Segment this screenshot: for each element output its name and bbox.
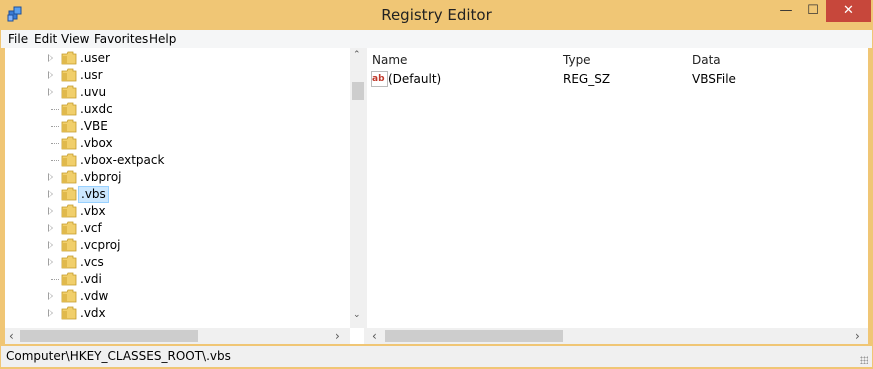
- tree-item[interactable]: .vcproj: [5, 237, 350, 254]
- tree-item[interactable]: .vdw: [5, 288, 350, 305]
- folder-icon: [61, 68, 77, 82]
- values-horizontal-scroll-thumb[interactable]: [385, 330, 563, 342]
- tree-vertical-scrollbar[interactable]: ⌃ ⌄: [350, 48, 365, 328]
- window-title: Registry Editor: [381, 6, 492, 24]
- tree-item-label[interactable]: .uxdc: [78, 102, 115, 117]
- tree-horizontal-scroll-thumb[interactable]: [20, 330, 198, 342]
- expand-arrow-inner: [49, 242, 52, 248]
- scroll-left-icon[interactable]: ‹: [9, 329, 14, 343]
- tree-connector-line: [51, 279, 59, 280]
- tree-item[interactable]: .user: [5, 50, 350, 67]
- tree-item[interactable]: .vbs: [5, 186, 350, 203]
- tree-item-label[interactable]: .vcproj: [78, 238, 122, 253]
- tree-item[interactable]: .vbproj: [5, 169, 350, 186]
- registry-editor-window: Registry Editor — ☐ ✕ File Edit View Fav…: [0, 0, 873, 369]
- tree-item[interactable]: .VBE: [5, 118, 350, 135]
- menu-view[interactable]: View: [61, 32, 89, 46]
- folder-icon: [61, 306, 77, 320]
- tree-item[interactable]: .vbox-extpack: [5, 152, 350, 169]
- folder-icon: [61, 238, 77, 252]
- tree-item-label[interactable]: .vbx: [78, 204, 108, 219]
- expand-arrow-inner: [49, 191, 52, 197]
- folder-icon: [61, 272, 77, 286]
- tree-item[interactable]: .vbx: [5, 203, 350, 220]
- title-bar[interactable]: Registry Editor — ☐ ✕: [0, 0, 873, 30]
- tree-item[interactable]: .vcs: [5, 254, 350, 271]
- folder-icon: [61, 187, 77, 201]
- expand-arrow-inner: [49, 89, 52, 95]
- folder-icon: [61, 289, 77, 303]
- tree-item[interactable]: .uxdc: [5, 101, 350, 118]
- value-type: REG_SZ: [563, 72, 611, 86]
- tree-connector-line: [51, 143, 59, 144]
- expand-arrow-inner: [49, 174, 52, 180]
- resize-grip-icon[interactable]: [860, 356, 868, 364]
- expand-arrow-inner: [49, 225, 52, 231]
- menu-help[interactable]: Help: [149, 32, 176, 46]
- tree-horizontal-scrollbar[interactable]: ‹ ›: [5, 328, 350, 344]
- folder-icon: [61, 255, 77, 269]
- tree-item-label[interactable]: .uvu: [78, 85, 108, 100]
- tree-item[interactable]: .vbox: [5, 135, 350, 152]
- menu-file[interactable]: File: [8, 32, 28, 46]
- tree-connector-line: [51, 126, 59, 127]
- tree-item-label[interactable]: .VBE: [78, 119, 110, 134]
- status-bar: Computer\HKEY_CLASSES_ROOT\.vbs: [1, 346, 872, 367]
- folder-icon: [61, 153, 77, 167]
- maximize-button[interactable]: ☐: [797, 0, 829, 22]
- tree-item[interactable]: .uvu: [5, 84, 350, 101]
- column-header-data[interactable]: Data: [692, 53, 721, 67]
- tree-item-label[interactable]: .vbox: [78, 136, 115, 151]
- value-name: (Default): [388, 72, 442, 86]
- scroll-right-icon[interactable]: ›: [335, 329, 340, 343]
- current-key-path: Computer\HKEY_CLASSES_ROOT\.vbs: [6, 349, 231, 363]
- expand-arrow-inner: [49, 310, 52, 316]
- folder-icon: [61, 221, 77, 235]
- close-button[interactable]: ✕: [826, 0, 871, 22]
- tree-connector-line: [51, 160, 59, 161]
- string-value-icon: ab: [371, 71, 388, 87]
- expand-arrow-inner: [49, 55, 52, 61]
- column-header-name[interactable]: Name: [372, 53, 407, 67]
- folder-icon: [61, 136, 77, 150]
- scroll-left-icon[interactable]: ‹: [372, 329, 377, 343]
- tree-item[interactable]: .vdx: [5, 305, 350, 322]
- folder-icon: [61, 204, 77, 218]
- tree-item-label[interactable]: .vbproj: [78, 170, 124, 185]
- folder-icon: [61, 119, 77, 133]
- folder-icon: [61, 85, 77, 99]
- tree-item-label[interactable]: .vcs: [78, 255, 106, 270]
- tree-item[interactable]: .usr: [5, 67, 350, 84]
- expand-arrow-inner: [49, 208, 52, 214]
- tree-item-label[interactable]: .vdi: [78, 272, 104, 287]
- tree-item-label[interactable]: .vdw: [78, 289, 110, 304]
- key-tree-pane[interactable]: .user .usr .uvu .uxdc .VBE .vbox .vbox-extpack…: [5, 48, 365, 344]
- tree-item-label[interactable]: .vbox-extpack: [78, 153, 166, 168]
- tree-item-label[interactable]: .vbs: [78, 186, 109, 203]
- expand-arrow-inner: [49, 293, 52, 299]
- tree-item[interactable]: .vdi: [5, 271, 350, 288]
- values-horizontal-scrollbar[interactable]: ‹ ›: [367, 328, 868, 344]
- scroll-right-icon[interactable]: ›: [855, 329, 860, 343]
- menu-favorites[interactable]: Favorites: [94, 32, 148, 46]
- scroll-down-icon[interactable]: ⌄: [353, 310, 361, 320]
- expand-arrow-inner: [49, 72, 52, 78]
- folder-icon: [61, 170, 77, 184]
- scroll-up-icon[interactable]: ⌃: [353, 50, 361, 60]
- tree-item-label[interactable]: .user: [78, 51, 112, 66]
- menu-edit[interactable]: Edit: [34, 32, 57, 46]
- folder-icon: [61, 102, 77, 116]
- column-header-type[interactable]: Type: [563, 53, 591, 67]
- menu-bar: File Edit View Favorites Help: [1, 30, 872, 48]
- folder-icon: [61, 51, 77, 65]
- tree-item-label[interactable]: .vdx: [78, 306, 108, 321]
- value-data: VBSFile: [692, 72, 736, 86]
- values-pane[interactable]: Name Type Data ab (Default) REG_SZ VBSFi…: [367, 48, 868, 344]
- tree-connector-line: [51, 109, 59, 110]
- expand-arrow-inner: [49, 259, 52, 265]
- tree-item-label[interactable]: .usr: [78, 68, 105, 83]
- tree-item-label[interactable]: .vcf: [78, 221, 104, 236]
- tree-item[interactable]: .vcf: [5, 220, 350, 237]
